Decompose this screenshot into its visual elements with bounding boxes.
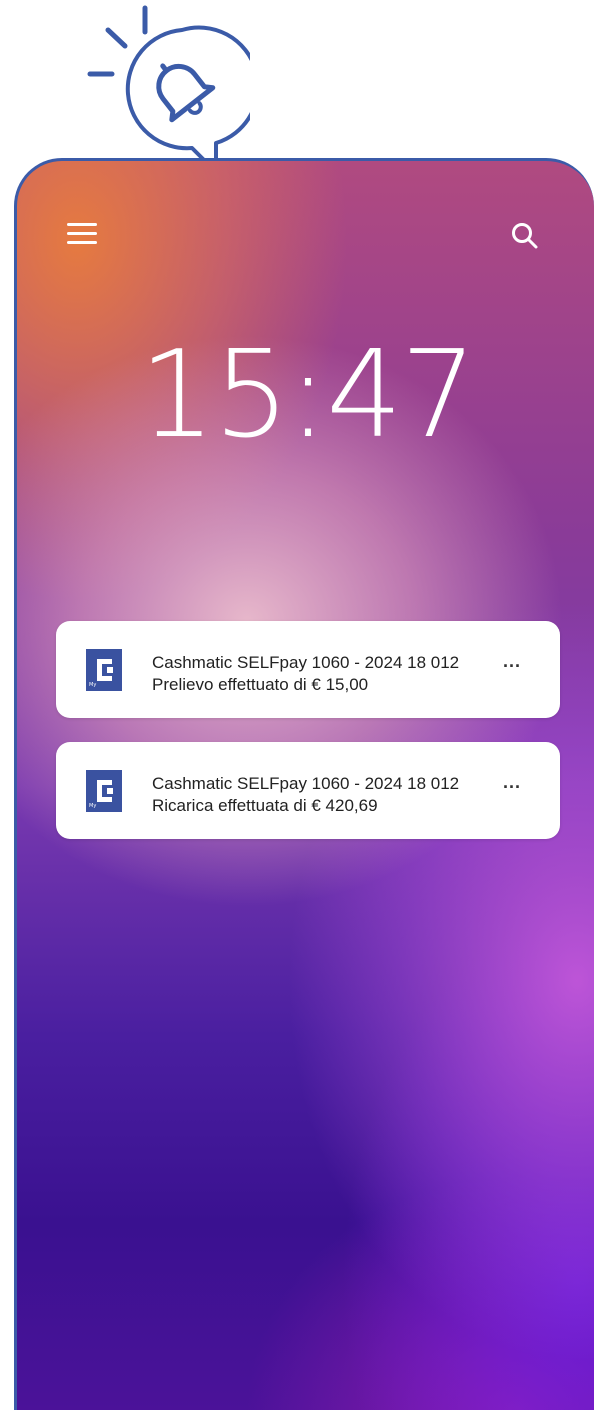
- notification-body: Ricarica effettuata di € 420,69: [152, 796, 378, 815]
- more-options-button[interactable]: ...: [503, 772, 521, 793]
- myc-app-icon: My: [86, 770, 122, 812]
- app-icon-label: My: [89, 803, 96, 809]
- hamburger-menu-icon[interactable]: [67, 219, 99, 247]
- notification-title: Cashmatic SELFpay 1060 - 2024 18 012: [152, 653, 460, 672]
- myc-app-icon: My: [86, 649, 122, 691]
- menu-bar: [67, 223, 97, 226]
- more-options-button[interactable]: ...: [503, 651, 521, 672]
- search-icon[interactable]: [510, 221, 540, 251]
- app-icon-label: My: [89, 682, 96, 688]
- notification-title: Cashmatic SELFpay 1060 - 2024 18 012: [152, 774, 460, 793]
- notification-card[interactable]: My Cashmatic SELFpay 1060 - 2024 18 012 …: [56, 621, 560, 718]
- notification-body: Prelievo effettuato di € 15,00: [152, 675, 369, 694]
- notification-card[interactable]: My Cashmatic SELFpay 1060 - 2024 18 012 …: [56, 742, 560, 839]
- lockscreen-clock: 15:47: [139, 326, 477, 465]
- phone-lockscreen: 15:47 My Cashmatic SELFpay 1060 - 2024 1…: [14, 158, 594, 1410]
- screen: 15:47 My Cashmatic SELFpay 1060 - 2024 1…: [0, 0, 595, 1411]
- bell-notification-icon: [87, 5, 250, 174]
- menu-bar: [67, 232, 97, 235]
- menu-bar: [67, 241, 97, 244]
